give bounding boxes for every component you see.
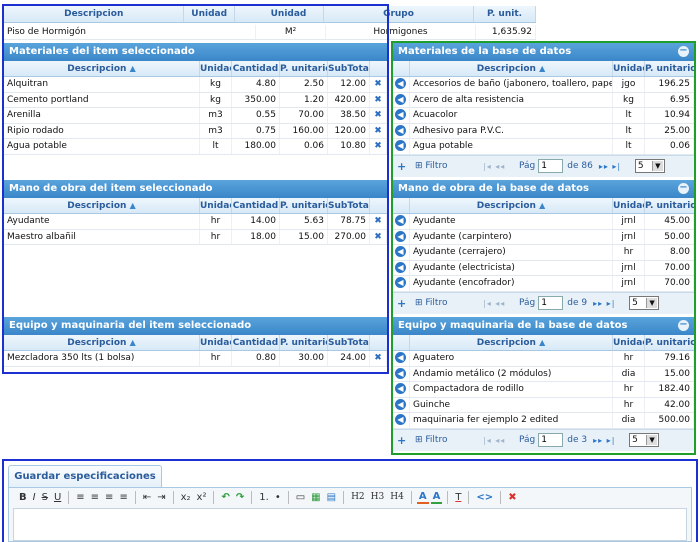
database-frame	[391, 41, 696, 455]
item-frame	[2, 4, 389, 374]
specs-frame	[2, 459, 698, 542]
